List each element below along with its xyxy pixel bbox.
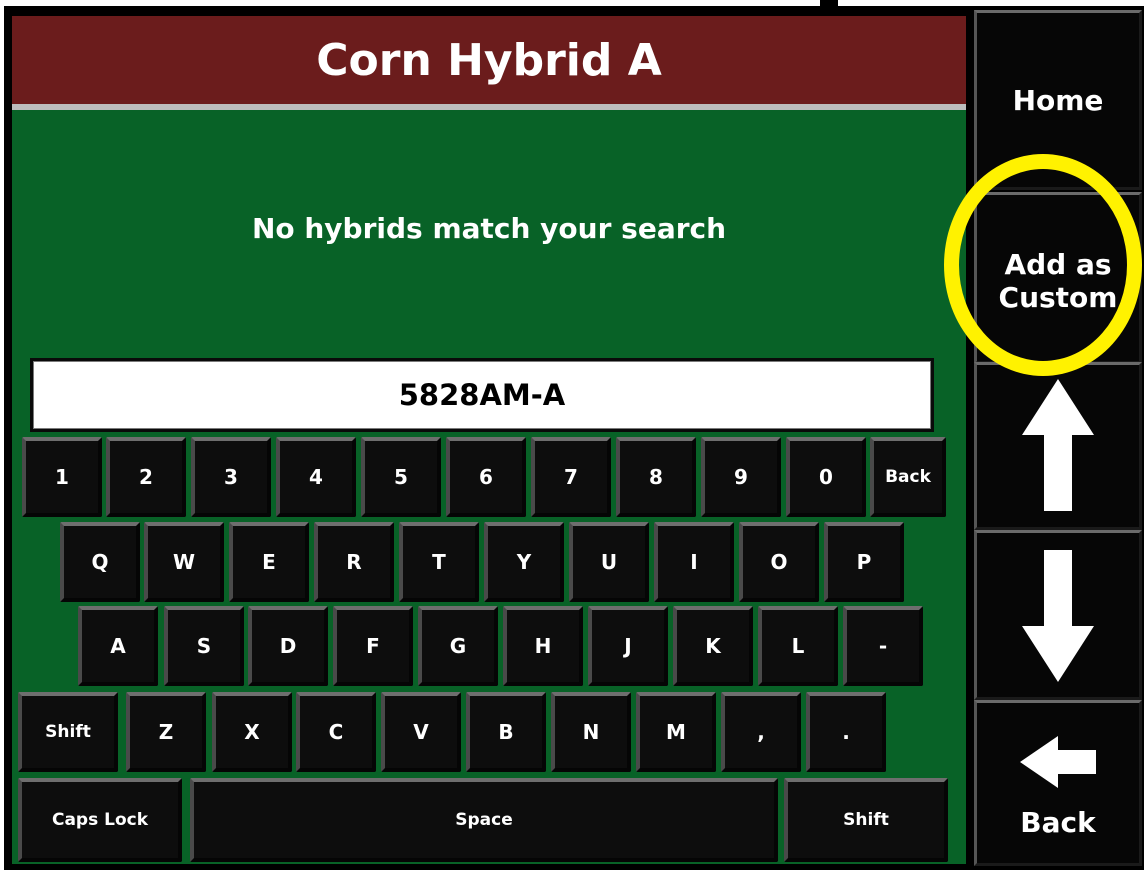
key-dash[interactable]: -	[843, 606, 923, 686]
key-period[interactable]: .	[806, 692, 886, 772]
key-shift-right[interactable]: Shift	[784, 778, 948, 862]
key-x[interactable]: X	[212, 692, 292, 772]
key-g[interactable]: G	[418, 606, 498, 686]
key-o[interactable]: O	[739, 522, 819, 602]
key-n[interactable]: N	[551, 692, 631, 772]
key-9[interactable]: 9	[701, 437, 781, 517]
back-button-label: Back	[1020, 805, 1096, 839]
key-backspace[interactable]: Back	[870, 437, 946, 517]
home-button[interactable]: Home	[974, 10, 1142, 190]
key-i[interactable]: I	[654, 522, 734, 602]
key-p[interactable]: P	[824, 522, 904, 602]
key-v[interactable]: V	[381, 692, 461, 772]
key-6[interactable]: 6	[446, 437, 526, 517]
key-c[interactable]: C	[296, 692, 376, 772]
back-button[interactable]: Back	[974, 700, 1142, 866]
key-4[interactable]: 4	[276, 437, 356, 517]
key-3[interactable]: 3	[191, 437, 271, 517]
key-f[interactable]: F	[333, 606, 413, 686]
key-s[interactable]: S	[164, 606, 244, 686]
arrow-up-icon	[1022, 379, 1094, 511]
key-a[interactable]: A	[78, 606, 158, 686]
add-as-custom-button[interactable]: Add as Custom	[974, 192, 1142, 364]
key-space[interactable]: Space	[190, 778, 778, 862]
key-comma[interactable]: ,	[721, 692, 801, 772]
arrow-down-icon	[1022, 550, 1094, 682]
add-as-custom-label: Add as Custom	[998, 248, 1118, 314]
no-results-message: No hybrids match your search	[251, 211, 727, 245]
key-k[interactable]: K	[673, 606, 753, 686]
corner-mark	[820, 0, 838, 6]
key-l[interactable]: L	[758, 606, 838, 686]
key-7[interactable]: 7	[531, 437, 611, 517]
search-input[interactable]: 5828AM-A	[30, 358, 934, 432]
key-caps-lock[interactable]: Caps Lock	[18, 778, 182, 862]
key-8[interactable]: 8	[616, 437, 696, 517]
key-y[interactable]: Y	[484, 522, 564, 602]
arrow-left-icon	[1020, 735, 1096, 788]
key-0[interactable]: 0	[786, 437, 866, 517]
key-b[interactable]: B	[466, 692, 546, 772]
key-5[interactable]: 5	[361, 437, 441, 517]
key-shift-left[interactable]: Shift	[18, 692, 118, 772]
key-2[interactable]: 2	[106, 437, 186, 517]
home-button-label: Home	[1012, 83, 1104, 117]
key-d[interactable]: D	[248, 606, 328, 686]
key-h[interactable]: H	[503, 606, 583, 686]
key-u[interactable]: U	[569, 522, 649, 602]
key-j[interactable]: J	[588, 606, 668, 686]
key-m[interactable]: M	[636, 692, 716, 772]
page-title: Corn Hybrid A	[12, 16, 966, 104]
key-e[interactable]: E	[229, 522, 309, 602]
key-1[interactable]: 1	[22, 437, 102, 517]
key-w[interactable]: W	[144, 522, 224, 602]
key-t[interactable]: T	[399, 522, 479, 602]
key-r[interactable]: R	[314, 522, 394, 602]
scroll-down-button[interactable]	[974, 530, 1142, 700]
scroll-up-button[interactable]	[974, 362, 1142, 530]
key-q[interactable]: Q	[60, 522, 140, 602]
key-z[interactable]: Z	[126, 692, 206, 772]
